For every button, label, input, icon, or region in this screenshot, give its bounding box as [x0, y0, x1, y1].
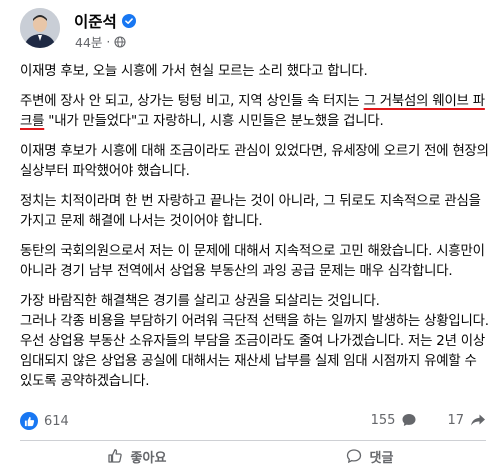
reaction-stats: 614 155 17 [20, 412, 486, 434]
share-count[interactable]: 17 [447, 413, 464, 428]
share-count-icon [471, 414, 485, 426]
meta-separator: · [106, 34, 111, 49]
author-name[interactable]: 이준석 [74, 10, 117, 32]
post-body: 이재명 후보, 오늘 시흥에 가서 현실 모르는 소리 했다고 합니다. 주변에… [20, 62, 490, 402]
post-paragraph: 정치는 치적이라며 한 번 자랑하고 끝나는 것이 아니라, 그 뒤로도 지속적… [20, 194, 481, 229]
comment-button-label: 댓글 [369, 450, 394, 466]
globe-icon [114, 35, 126, 48]
action-divider [20, 440, 486, 441]
post-paragraph: 이재명 후보가 시흥에 대해 조금이라도 관심이 있었다면, 유세장에 오르기 … [20, 144, 489, 179]
like-count: 614 [44, 413, 69, 429]
like-reaction-icon [20, 412, 38, 430]
post-paragraph: 이재명 후보, 오늘 시흥에 가서 현실 모르는 소리 했다고 합니다. [20, 64, 368, 79]
comment-icon [346, 449, 361, 464]
like-button[interactable]: 좋아요 [20, 444, 253, 468]
post-paragraph: 주변에 장사 안 되고, 상가는 텅텅 비고, 지역 상인들 속 터지는 그 거… [20, 94, 485, 129]
post-time[interactable]: 44분 [75, 32, 102, 51]
post-paragraph: 가장 바람직한 해결책은 경기를 살리고 상권을 되살리는 것입니다. 그러나 … [20, 294, 489, 389]
post-paragraph: 동탄의 국회의원으로서 저는 이 문제에 대해서 지속적으로 고민 해왔습니다.… [20, 244, 485, 279]
comment-count-icon [402, 414, 416, 426]
comment-button[interactable]: 댓글 [253, 444, 486, 468]
avatar[interactable] [20, 8, 60, 48]
post-header: 이준석 44분 · [20, 8, 490, 60]
post-actions: 좋아요 댓글 [20, 444, 486, 468]
thumbs-up-icon [107, 449, 122, 463]
comment-count[interactable]: 155 [371, 413, 396, 428]
like-button-label: 좋아요 [130, 450, 167, 466]
verified-badge-icon [121, 14, 136, 28]
like-count-area[interactable]: 614 [20, 412, 69, 430]
